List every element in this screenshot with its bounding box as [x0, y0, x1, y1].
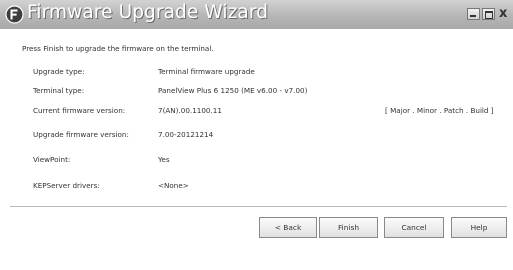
window-title: Firmware Upgrade Wizard — [27, 2, 269, 23]
finish-button[interactable]: Finish — [319, 217, 378, 238]
intro-text: Press Finish to upgrade the firmware on … — [22, 44, 214, 53]
terminal-type-label: Terminal type: — [33, 86, 85, 95]
upgrade-type-value: Terminal firmware upgrade — [158, 67, 255, 76]
version-format-hint: [ Major . Minor . Patch . Build ] — [385, 106, 494, 115]
viewpoint-value: Yes — [158, 155, 170, 164]
cancel-button[interactable]: Cancel — [384, 217, 444, 238]
upgrade-type-label: Upgrade type: — [33, 67, 85, 76]
kepserver-drivers-value: <None> — [158, 181, 189, 190]
back-button[interactable]: < Back — [259, 217, 317, 238]
button-separator — [10, 206, 507, 208]
close-icon[interactable]: x — [499, 6, 507, 21]
upgrade-firmware-value: 7.00-20121214 — [158, 130, 214, 139]
kepserver-drivers-label: KEPServer drivers: — [33, 181, 100, 190]
help-button[interactable]: Help — [451, 217, 507, 238]
title-bar[interactable]: Firmware Upgrade Wizard x — [0, 0, 513, 30]
current-firmware-value: 7(AN).00.1100.11 — [158, 106, 222, 115]
current-firmware-label: Current firmware version: — [33, 106, 126, 115]
terminal-type-value: PanelView Plus 6 1250 (ME v6.00 - v7.00) — [158, 86, 308, 95]
wizard-window: Firmware Upgrade Wizard x Press Finish t… — [0, 0, 513, 270]
maximize-icon[interactable] — [482, 8, 495, 20]
upgrade-firmware-label: Upgrade firmware version: — [33, 130, 129, 139]
minimize-icon[interactable] — [467, 8, 480, 20]
viewpoint-label: ViewPoint: — [33, 155, 71, 164]
wizard-icon — [5, 5, 24, 24]
